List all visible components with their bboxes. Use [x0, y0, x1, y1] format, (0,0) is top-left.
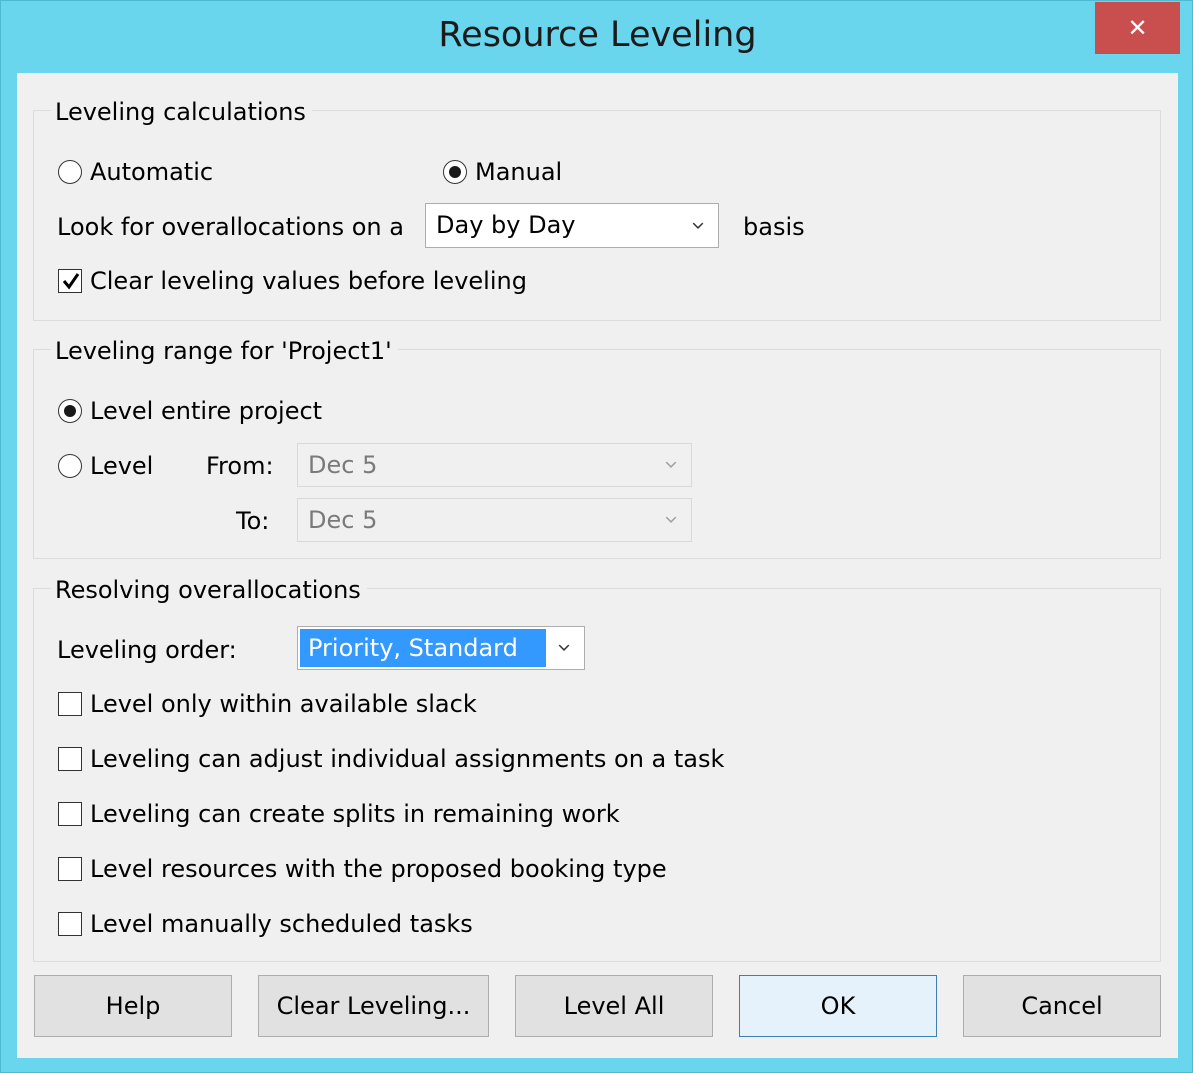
to-date-picker[interactable]: Dec 5: [297, 498, 692, 542]
create-splits-label[interactable]: Leveling can create splits in remaining …: [90, 799, 620, 829]
leveling-order-dropdown[interactable]: Priority, Standard: [297, 626, 585, 670]
overallocation-basis-dropdown[interactable]: Day by Day: [425, 203, 719, 248]
clear-leveling-button[interactable]: Clear Leveling...: [258, 975, 489, 1037]
level-range-radio[interactable]: [58, 454, 82, 478]
chevron-down-icon: [665, 516, 677, 523]
dialog-body: Leveling calculations Automatic Manual L…: [17, 73, 1178, 1058]
proposed-booking-checkbox[interactable]: [58, 857, 82, 881]
manual-radio[interactable]: [443, 160, 467, 184]
level-within-slack-checkbox[interactable]: [58, 692, 82, 716]
level-entire-project-radio[interactable]: [58, 399, 82, 423]
checkmark-icon: [62, 273, 80, 290]
clear-leveling-values-label[interactable]: Clear leveling values before leveling: [90, 266, 527, 296]
leveling-order-label: Leveling order:: [57, 636, 237, 664]
from-date-picker[interactable]: Dec 5: [297, 443, 692, 487]
to-date-value: Dec 5: [308, 506, 378, 534]
from-date-value: Dec 5: [308, 451, 378, 479]
manually-scheduled-tasks-checkbox[interactable]: [58, 912, 82, 936]
close-icon: ✕: [1127, 14, 1148, 42]
level-all-button[interactable]: Level All: [515, 975, 713, 1037]
manual-label[interactable]: Manual: [475, 157, 562, 187]
leveling-range-label: Leveling range for 'Project1': [51, 336, 398, 366]
help-button[interactable]: Help: [34, 975, 232, 1037]
overallocation-basis-value: Day by Day: [436, 211, 576, 239]
basis-suffix-label: basis: [743, 213, 805, 241]
manually-scheduled-tasks-label[interactable]: Level manually scheduled tasks: [90, 909, 473, 939]
chevron-down-icon: [692, 222, 704, 229]
level-range-label[interactable]: Level: [90, 451, 153, 481]
create-splits-checkbox[interactable]: [58, 802, 82, 826]
overallocation-basis-label: Look for overallocations on a: [57, 213, 404, 241]
level-within-slack-label[interactable]: Level only within available slack: [90, 689, 477, 719]
automatic-label[interactable]: Automatic: [90, 157, 213, 187]
from-label: From:: [206, 452, 274, 480]
leveling-order-value: Priority, Standard: [300, 629, 546, 667]
to-label: To:: [236, 507, 270, 535]
dialog-title: Resource Leveling: [438, 15, 757, 55]
adjust-individual-assignments-checkbox[interactable]: [58, 747, 82, 771]
clear-leveling-values-checkbox[interactable]: [58, 269, 82, 293]
title-bar: Resource Leveling ✕: [1, 1, 1193, 75]
adjust-individual-assignments-label[interactable]: Leveling can adjust individual assignmen…: [90, 744, 724, 774]
proposed-booking-label[interactable]: Level resources with the proposed bookin…: [90, 854, 667, 884]
resource-leveling-dialog: Resource Leveling ✕ Leveling calculation…: [0, 0, 1193, 1073]
automatic-radio[interactable]: [58, 160, 82, 184]
ok-button[interactable]: OK: [739, 975, 937, 1037]
chevron-down-icon: [558, 644, 570, 651]
close-button[interactable]: ✕: [1095, 2, 1180, 54]
cancel-button[interactable]: Cancel: [963, 975, 1161, 1037]
level-entire-project-label[interactable]: Level entire project: [90, 396, 322, 426]
resolving-overallocations-label: Resolving overallocations: [51, 575, 367, 605]
leveling-calculations-label: Leveling calculations: [51, 97, 312, 127]
chevron-down-icon: [665, 461, 677, 468]
